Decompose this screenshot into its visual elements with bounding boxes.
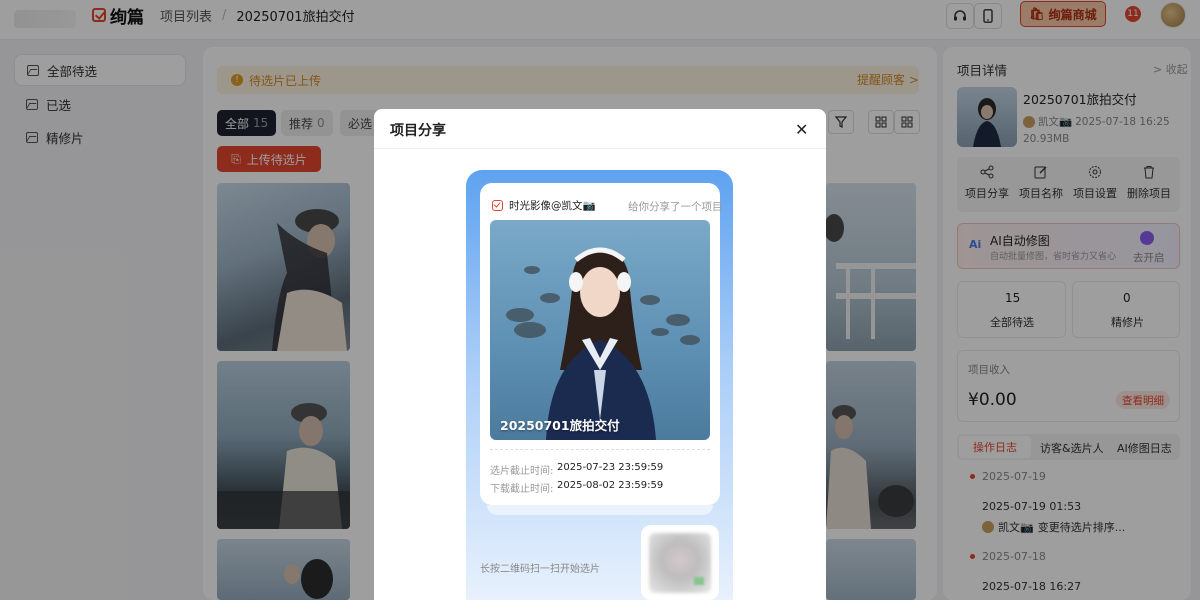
download-deadline-value: 2025-08-02 23:59:59	[557, 480, 664, 491]
modal-title: 项目分享	[390, 123, 446, 139]
share-from-name: 时光影像@凯文📷	[509, 200, 596, 212]
close-icon[interactable]: ✕	[795, 120, 808, 139]
qr-code-accent	[694, 577, 704, 585]
poster-card-shadow	[487, 505, 713, 515]
select-deadline-label: 选片截止时间:	[490, 466, 554, 477]
brand-check-icon	[492, 200, 503, 211]
download-deadline-label: 下载截止时间:	[490, 484, 554, 495]
dashed-divider	[490, 449, 710, 450]
share-cover-photo	[490, 220, 710, 440]
select-deadline-value: 2025-07-23 23:59:59	[557, 462, 664, 473]
cover-photo-image	[490, 220, 710, 440]
share-from: 时光影像@凯文📷	[492, 198, 596, 213]
share-text: 给你分享了一个项目	[628, 201, 723, 213]
modal-divider	[374, 148, 826, 149]
poster-project-title: 20250701旅拍交付	[500, 418, 620, 433]
scan-hint: 长按二维码扫一扫开始选片	[480, 564, 600, 575]
